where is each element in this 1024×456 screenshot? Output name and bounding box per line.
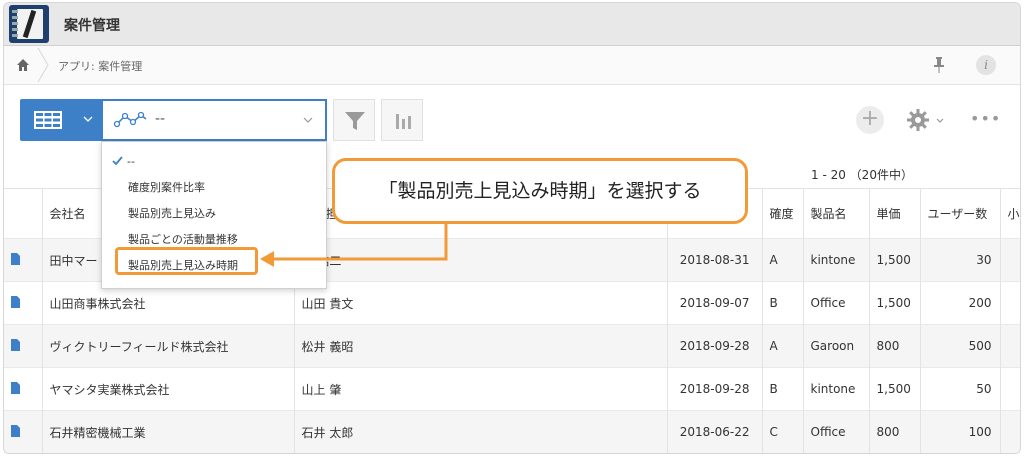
cell-users: 30 — [920, 238, 1001, 282]
cell-rank: A — [762, 238, 804, 282]
chevron-down-icon — [303, 117, 313, 123]
document-icon — [11, 252, 20, 265]
app-notebook-icon — [9, 5, 49, 43]
cell-users: 200 — [920, 281, 1001, 325]
cell-price: 1,500 — [869, 238, 921, 282]
cell-extra — [1000, 410, 1020, 453]
view-switch-button[interactable] — [20, 99, 102, 141]
instruction-callout: 「製品別売上見込み時期」を選択する — [332, 158, 748, 224]
cell-extra — [1000, 367, 1020, 411]
check-icon — [112, 156, 123, 165]
info-icon[interactable]: i — [976, 55, 996, 75]
table-view-icon — [34, 111, 62, 129]
graph-button[interactable] — [381, 99, 423, 141]
app-header: 案件管理 — [4, 3, 1020, 46]
table-row[interactable]: ヤマシタ実業株式会社 山上 肇 2018-09-28 B kintone 1,5… — [4, 367, 1020, 411]
cell-date: 2018-08-31 — [667, 238, 763, 282]
cell-contact: 山田 貴文 — [294, 281, 668, 325]
breadcrumb-separator — [37, 48, 49, 82]
cell-price: 800 — [869, 324, 921, 368]
cell-product: Garoon — [803, 324, 870, 368]
home-icon[interactable] — [16, 58, 30, 72]
record-detail-link[interactable] — [4, 281, 43, 325]
cell-price: 1,500 — [869, 367, 921, 411]
cell-product: kintone — [803, 367, 870, 411]
chevron-down-icon — [83, 116, 93, 122]
cell-extra — [1000, 238, 1020, 282]
cell-users: 50 — [920, 367, 1001, 411]
pin-icon[interactable] — [932, 56, 946, 74]
filter-button[interactable] — [333, 99, 375, 141]
column-header — [4, 188, 43, 239]
cell-users: 500 — [920, 324, 1001, 368]
cell-product: Office — [803, 410, 870, 453]
app-title: 案件管理 — [64, 18, 120, 34]
dropdown-option-label: -- — [127, 155, 135, 168]
document-icon — [11, 295, 20, 308]
gear-icon — [907, 109, 929, 131]
dropdown-option[interactable]: 確度別案件比率 — [102, 174, 326, 202]
column-header[interactable]: 小 — [1000, 188, 1020, 239]
settings-button[interactable] — [906, 108, 946, 132]
line-graph-icon — [113, 111, 147, 128]
record-detail-link[interactable] — [4, 367, 43, 411]
cell-extra — [1000, 281, 1020, 325]
cell-product: Office — [803, 281, 870, 325]
cell-company: ヴィクトリーフィールド株式会社 — [42, 324, 295, 368]
cell-company: 石井精密機械工業 — [42, 410, 295, 453]
column-header[interactable]: ユーザー数 — [920, 188, 1001, 239]
breadcrumb-bar: アプリ: 案件管理 i — [4, 46, 1020, 85]
cell-users: 100 — [920, 410, 1001, 453]
cell-date: 2018-09-28 — [667, 367, 763, 411]
graph-select[interactable]: -- — [101, 99, 327, 141]
column-header[interactable]: 単価 — [869, 188, 921, 239]
cell-rank: B — [762, 281, 804, 325]
record-detail-link[interactable] — [4, 324, 43, 368]
cell-price: 1,500 — [869, 281, 921, 325]
dropdown-option[interactable]: -- — [102, 148, 326, 176]
add-record-button[interactable]: + — [856, 106, 884, 134]
cell-price: 800 — [869, 410, 921, 453]
cell-contact: 松井 義昭 — [294, 324, 668, 368]
graph-select-value: -- — [155, 111, 166, 127]
document-icon — [11, 381, 20, 394]
chevron-down-icon — [936, 118, 944, 123]
app-frame: 案件管理 アプリ: 案件管理 i -- + ••• 1 - 20 （20件中） … — [3, 2, 1021, 454]
filter-icon — [345, 112, 365, 130]
cell-contact: 石井 太郎 — [294, 410, 668, 453]
cell-contact: 山上 肇 — [294, 367, 668, 411]
cell-date: 2018-09-07 — [667, 281, 763, 325]
cell-extra — [1000, 324, 1020, 368]
cell-rank: A — [762, 324, 804, 368]
record-detail-link[interactable] — [4, 238, 43, 282]
breadcrumb[interactable]: アプリ: 案件管理 — [58, 58, 142, 74]
option-highlight-box — [115, 247, 258, 275]
column-header[interactable]: 確度 — [762, 188, 804, 239]
cell-product: kintone — [803, 238, 870, 282]
more-options-icon[interactable]: ••• — [970, 109, 1001, 128]
document-icon — [11, 424, 20, 437]
cell-date: 2018-06-22 — [667, 410, 763, 453]
pagination-info: 1 - 20 （20件中） — [811, 168, 913, 182]
column-header[interactable]: 製品名 — [803, 188, 870, 239]
document-icon — [11, 338, 20, 351]
table-row[interactable]: 石井精密機械工業 石井 太郎 2018-06-22 C Office 800 1… — [4, 410, 1020, 453]
table-row[interactable]: ヴィクトリーフィールド株式会社 松井 義昭 2018-09-28 A Garoo… — [4, 324, 1020, 368]
record-detail-link[interactable] — [4, 410, 43, 453]
cell-company: ヤマシタ実業株式会社 — [42, 367, 295, 411]
cell-date: 2018-09-28 — [667, 324, 763, 368]
bar-chart-icon — [396, 114, 411, 129]
cell-rank: B — [762, 367, 804, 411]
cell-rank: C — [762, 410, 804, 453]
callout-arrow — [260, 223, 448, 267]
